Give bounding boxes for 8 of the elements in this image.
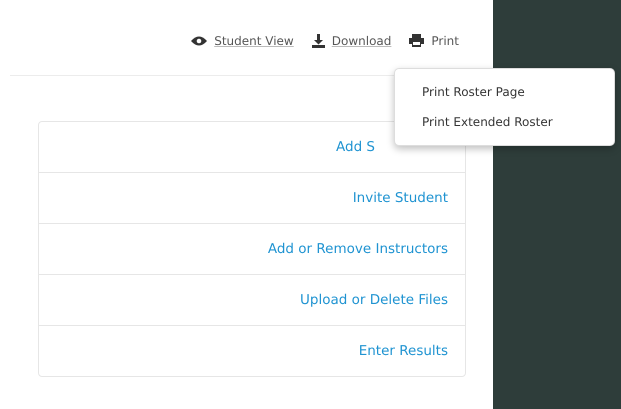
eye-icon	[191, 36, 208, 46]
toolbar-link[interactable]: Student View	[191, 34, 294, 48]
toolbar-link[interactable]: Download	[312, 34, 392, 48]
download-icon	[312, 34, 325, 48]
toolbar-button[interactable]: Print	[409, 34, 459, 48]
menu-item[interactable]: Print Extended Roster	[395, 107, 614, 137]
menu-item[interactable]: Print Roster Page	[395, 77, 614, 107]
printer-icon	[409, 34, 424, 47]
